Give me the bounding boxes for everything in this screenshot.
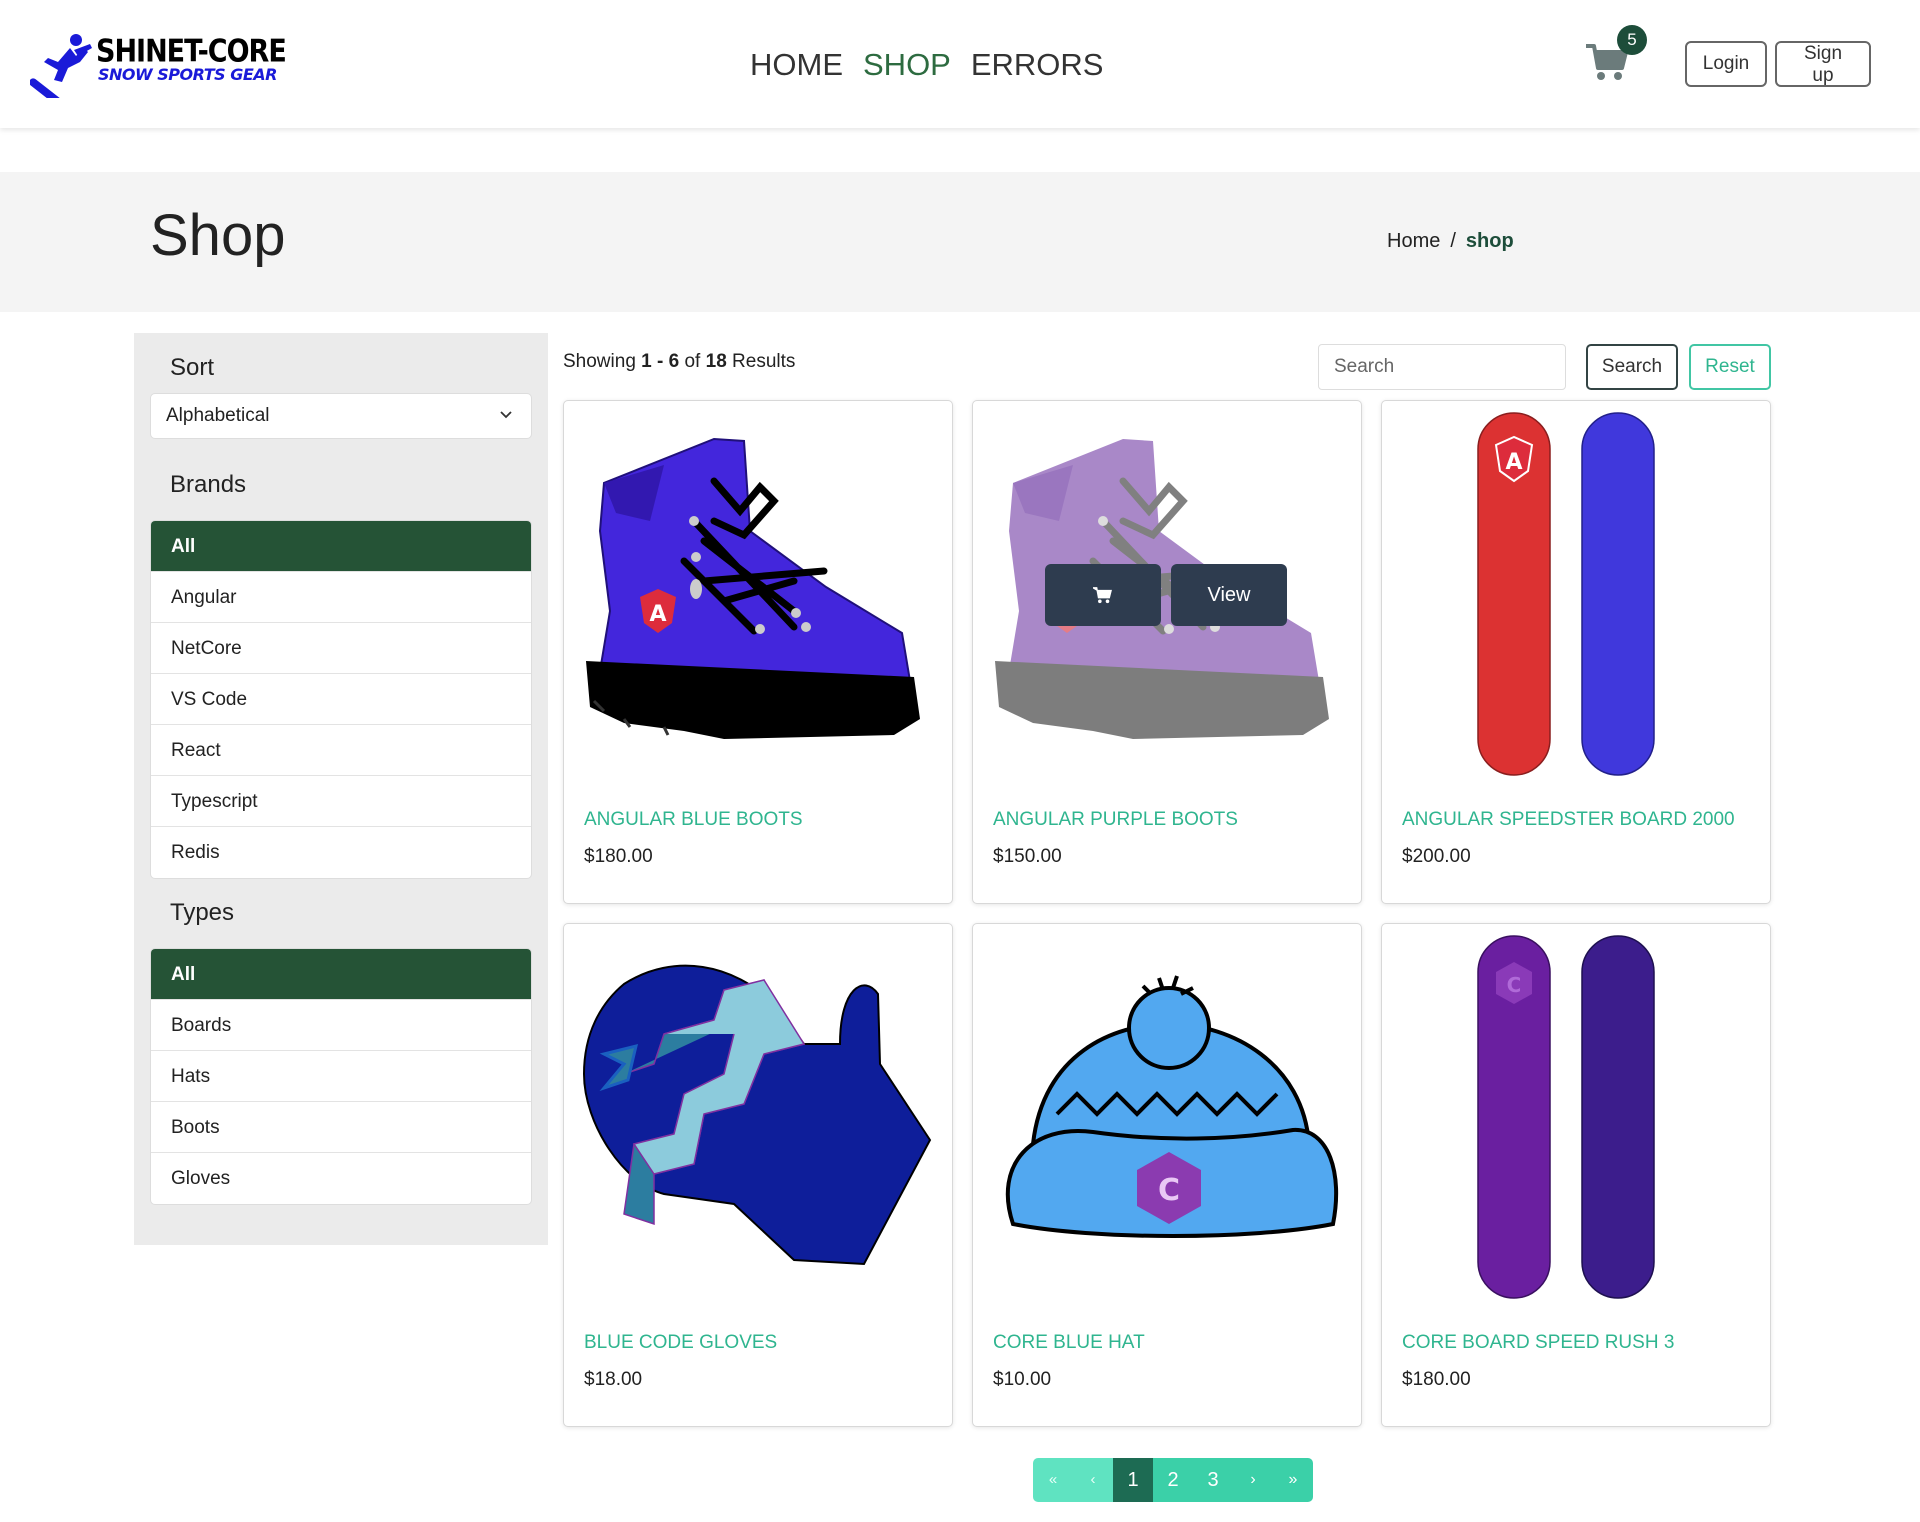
product-image bbox=[564, 924, 952, 1304]
svg-text:C: C bbox=[1158, 1173, 1180, 1208]
snowboarder-icon bbox=[30, 34, 92, 98]
product-price: $180.00 bbox=[1402, 1369, 1471, 1390]
product-image: A bbox=[564, 401, 952, 781]
results-total: 18 bbox=[705, 351, 727, 372]
hat-image: C bbox=[1005, 975, 1339, 1238]
nav-home-link[interactable]: HOME bbox=[750, 40, 843, 90]
brand-item-netcore[interactable]: NetCore bbox=[151, 623, 531, 674]
pagination-next[interactable]: › bbox=[1233, 1458, 1273, 1502]
brand-item-angular[interactable]: Angular bbox=[151, 572, 531, 623]
glove-image bbox=[582, 964, 932, 1266]
product-card[interactable]: View ANGULAR PURPLE BOOTS $150.00 bbox=[972, 400, 1362, 904]
breadcrumb-separator: / bbox=[1450, 230, 1456, 252]
brands-heading: Brands bbox=[170, 471, 247, 498]
filter-sidebar: Sort Alphabetical Brands All Angular Net… bbox=[134, 333, 548, 1245]
type-item-gloves[interactable]: Gloves bbox=[151, 1153, 531, 1204]
product-price: $200.00 bbox=[1402, 846, 1471, 867]
type-item-boots[interactable]: Boots bbox=[151, 1102, 531, 1153]
brand-item-vscode[interactable]: VS Code bbox=[151, 674, 531, 725]
product-price: $150.00 bbox=[993, 846, 1062, 867]
product-card[interactable]: A ANGULAR BLUE BOOTS $180.00 bbox=[563, 400, 953, 904]
product-name[interactable]: ANGULAR BLUE BOOTS bbox=[584, 809, 803, 831]
product-name[interactable]: CORE BOARD SPEED RUSH 3 bbox=[1402, 1332, 1674, 1354]
brand-tagline: SNOW SPORTS GEAR bbox=[98, 65, 277, 84]
boot-image: A bbox=[586, 437, 920, 739]
types-list: All Boards Hats Boots Gloves bbox=[150, 948, 532, 1205]
breadcrumb-current: shop bbox=[1465, 230, 1514, 252]
reset-button[interactable]: Reset bbox=[1689, 344, 1771, 390]
cart-count-badge: 5 bbox=[1617, 25, 1647, 55]
product-name[interactable]: ANGULAR SPEEDSTER BOARD 2000 bbox=[1402, 809, 1735, 831]
pagination-page-1[interactable]: 1 bbox=[1113, 1458, 1153, 1502]
product-price: $18.00 bbox=[584, 1369, 643, 1390]
pagination: « ‹ 1 2 3 › » bbox=[1033, 1458, 1313, 1502]
results-of: of bbox=[684, 351, 701, 372]
sort-heading: Sort bbox=[170, 354, 215, 381]
page-header: Shop Home / shop bbox=[0, 172, 1920, 312]
product-card[interactable]: C CORE BLUE HAT $10.00 bbox=[972, 923, 1362, 1427]
results-prefix: Showing bbox=[563, 351, 636, 372]
brand-item-redis[interactable]: Redis bbox=[151, 827, 531, 878]
svg-text:A: A bbox=[1505, 450, 1522, 475]
product-card[interactable]: C CORE BOARD SPEED RUSH 3 $180.00 bbox=[1381, 923, 1771, 1427]
product-price: $10.00 bbox=[993, 1369, 1052, 1390]
brands-list: All Angular NetCore VS Code React Typesc… bbox=[150, 520, 532, 879]
type-item-boards[interactable]: Boards bbox=[151, 1000, 531, 1051]
search-input[interactable] bbox=[1318, 344, 1566, 390]
product-name[interactable]: ANGULAR PURPLE BOOTS bbox=[993, 809, 1238, 831]
nav-shop-link[interactable]: SHOP bbox=[863, 40, 951, 90]
type-item-hats[interactable]: Hats bbox=[151, 1051, 531, 1102]
svg-text:A: A bbox=[649, 602, 666, 627]
nav-errors-link[interactable]: ERRORS bbox=[971, 40, 1104, 90]
product-name[interactable]: BLUE CODE GLOVES bbox=[584, 1332, 777, 1354]
add-to-cart-button[interactable] bbox=[1045, 564, 1161, 626]
svg-text:C: C bbox=[1507, 973, 1522, 997]
product-card[interactable]: A ANGULAR SPEEDSTER BOARD 2000 $200.00 bbox=[1381, 400, 1771, 904]
page-title: Shop bbox=[150, 203, 286, 268]
brand-item-all[interactable]: All bbox=[151, 521, 531, 572]
login-button[interactable]: Login bbox=[1685, 41, 1767, 87]
cart-icon bbox=[1093, 587, 1112, 604]
pagination-first[interactable]: « bbox=[1033, 1458, 1073, 1502]
chevron-down-icon bbox=[500, 411, 512, 419]
pagination-page-3[interactable]: 3 bbox=[1193, 1458, 1233, 1502]
product-image: A bbox=[1382, 401, 1770, 781]
signup-button[interactable]: Sign up bbox=[1775, 41, 1871, 87]
main-nav: HOME SHOP ERRORS bbox=[750, 40, 1104, 90]
breadcrumb-home[interactable]: Home bbox=[1387, 230, 1440, 253]
product-card[interactable]: BLUE CODE GLOVES $18.00 bbox=[563, 923, 953, 1427]
sort-selected-value: Alphabetical bbox=[166, 405, 270, 426]
types-heading: Types bbox=[170, 899, 235, 926]
product-image: C bbox=[1382, 924, 1770, 1304]
results-range: 1 - 6 bbox=[641, 351, 680, 372]
product-name[interactable]: CORE BLUE HAT bbox=[993, 1332, 1145, 1354]
pagination-prev[interactable]: ‹ bbox=[1073, 1458, 1113, 1502]
breadcrumb: Home / shop bbox=[1387, 230, 1514, 253]
brand-item-react[interactable]: React bbox=[151, 725, 531, 776]
brand-logo[interactable]: SHINET-CORE SNOW SPORTS GEAR bbox=[30, 32, 287, 98]
pagination-page-2[interactable]: 2 bbox=[1153, 1458, 1193, 1502]
snowboard-image: C bbox=[1477, 935, 1655, 1299]
brand-item-typescript[interactable]: Typescript bbox=[151, 776, 531, 827]
navbar: SHINET-CORE SNOW SPORTS GEAR HOME SHOP E… bbox=[0, 0, 1920, 128]
view-product-button[interactable]: View bbox=[1171, 564, 1287, 626]
snowboard-image: A bbox=[1477, 412, 1655, 776]
product-price: $180.00 bbox=[584, 846, 653, 867]
type-item-all[interactable]: All bbox=[151, 949, 531, 1000]
product-image: C bbox=[973, 924, 1361, 1304]
search-button[interactable]: Search bbox=[1586, 344, 1678, 390]
sort-select[interactable]: Alphabetical bbox=[150, 393, 532, 439]
product-hover-actions: View bbox=[1045, 564, 1287, 626]
results-summary: Showing 1 - 6 of 18 Results bbox=[563, 351, 795, 373]
pagination-last[interactable]: » bbox=[1273, 1458, 1313, 1502]
results-suffix: Results bbox=[732, 351, 796, 372]
